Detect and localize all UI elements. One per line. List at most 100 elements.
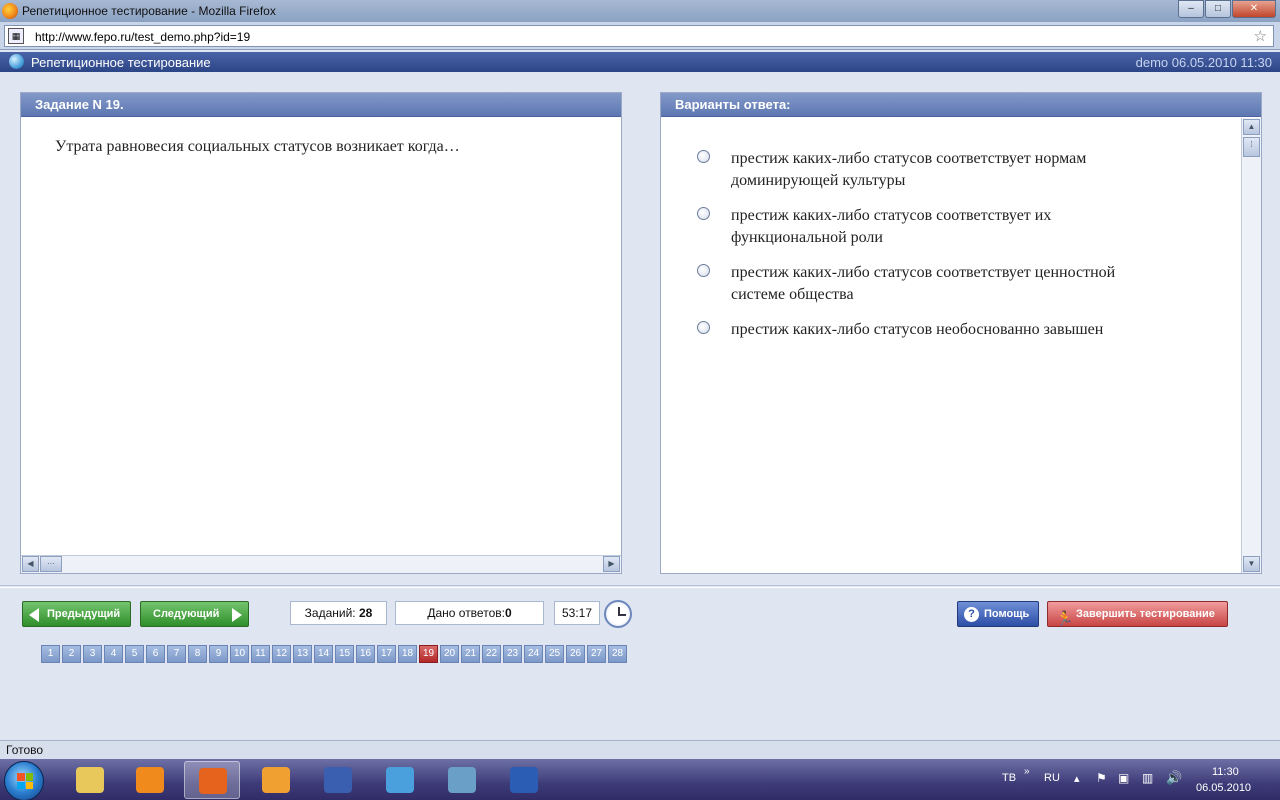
taskbar-app-word[interactable] [496, 761, 552, 799]
scroll-down-icon[interactable]: ▼ [1243, 556, 1260, 572]
arrow-right-icon [232, 608, 242, 622]
separator [0, 585, 1280, 588]
radio-button[interactable] [697, 264, 710, 277]
finish-test-button[interactable]: 🏃 Завершить тестирование [1047, 601, 1228, 627]
taskbar-app-picture-viewer[interactable] [434, 761, 490, 799]
page-button[interactable]: 2 [62, 645, 81, 663]
vlc-cone-icon [136, 767, 164, 793]
page-button[interactable]: 1 [41, 645, 60, 663]
scroll-left-icon[interactable]: ◀ [22, 556, 39, 572]
page-button[interactable]: 10 [230, 645, 249, 663]
page-button[interactable]: 7 [167, 645, 186, 663]
taskbar-app-media-player[interactable] [248, 761, 304, 799]
star-icon[interactable]: ☆ [1254, 27, 1267, 45]
page-button[interactable]: 11 [251, 645, 270, 663]
windows-logo-icon [17, 773, 33, 789]
page-button[interactable]: 15 [335, 645, 354, 663]
answer-option[interactable]: престиж каких-либо статусов соответствуе… [697, 148, 1157, 205]
device-icon[interactable]: ▣ [1118, 771, 1129, 785]
next-label: Следующий [153, 608, 220, 620]
page-button[interactable]: 13 [293, 645, 312, 663]
timer: 53:17 [554, 601, 600, 625]
taskbar-app-explorer[interactable] [62, 761, 118, 799]
answer-option[interactable]: престиж каких-либо статусов необоснованн… [697, 319, 1157, 376]
status-bar: Готово [0, 740, 1280, 759]
vertical-scrollbar[interactable]: ▲ ⁞ ▼ [1241, 118, 1261, 573]
url-text[interactable]: http://www.fepo.ru/test_demo.php?id=19 [35, 30, 250, 44]
taskbar-app-firefox[interactable] [184, 761, 240, 799]
horizontal-scrollbar[interactable]: ◀ ··· ▶ [21, 555, 621, 573]
page-button[interactable]: 5 [125, 645, 144, 663]
running-man-icon: 🏃 [1056, 610, 1074, 626]
maximize-button[interactable]: □ [1205, 0, 1231, 18]
window-titlebar: Репетиционное тестирование - Mozilla Fir… [0, 0, 1280, 22]
show-hidden-icons-icon[interactable]: ▴ [1074, 772, 1080, 785]
start-button[interactable] [4, 761, 44, 800]
answered-label: Дано ответов: [427, 606, 505, 620]
help-button[interactable]: ? Помощь [957, 601, 1039, 627]
page-button[interactable]: 24 [524, 645, 543, 663]
tray-date[interactable]: 06.05.2010 [1196, 782, 1251, 794]
question-mark-icon: ? [964, 607, 979, 622]
page-button[interactable]: 17 [377, 645, 396, 663]
page-button[interactable]: 22 [482, 645, 501, 663]
page-button[interactable]: 18 [398, 645, 417, 663]
question-text: Утрата равновесия социальных статусов во… [55, 138, 460, 155]
page-button[interactable]: 4 [104, 645, 123, 663]
answered-count: 0 [504, 606, 512, 620]
url-field[interactable]: ▦ http://www.fepo.ru/test_demo.php?id=19… [4, 25, 1274, 47]
taskbar-app-vlc[interactable] [122, 761, 178, 799]
page-button[interactable]: 9 [209, 645, 228, 663]
page-button[interactable]: 8 [188, 645, 207, 663]
page-button[interactable]: 19 [419, 645, 438, 663]
answer-option[interactable]: престиж каких-либо статусов соответствуе… [697, 262, 1157, 319]
page-button[interactable]: 21 [461, 645, 480, 663]
previous-button[interactable]: Предыдущий [22, 601, 131, 627]
radio-button[interactable] [697, 207, 710, 220]
page-button[interactable]: 23 [503, 645, 522, 663]
word-icon [510, 767, 538, 793]
keyboard-layout[interactable]: ТВ [1002, 772, 1016, 784]
answer-text[interactable]: престиж каких-либо статусов соответствуе… [731, 148, 1161, 192]
scroll-thumb[interactable]: ⁞ [1243, 137, 1260, 157]
question-header: Задание N 19. [21, 93, 621, 117]
scroll-right-icon[interactable]: ▶ [603, 556, 620, 572]
page-button[interactable]: 26 [566, 645, 585, 663]
page-button[interactable]: 28 [608, 645, 627, 663]
next-button[interactable]: Следующий [140, 601, 249, 627]
answer-option[interactable]: престиж каких-либо статусов соответствуе… [697, 205, 1157, 262]
radio-button[interactable] [697, 321, 710, 334]
site-identity-icon[interactable]: ▦ [8, 28, 24, 44]
scroll-up-icon[interactable]: ▲ [1243, 119, 1260, 135]
page-button[interactable]: 16 [356, 645, 375, 663]
page-button[interactable]: 3 [83, 645, 102, 663]
question-panel: Задание N 19. Утрата равновесия социальн… [20, 92, 622, 574]
close-button[interactable]: ✕ [1232, 0, 1276, 18]
taskbar-app-itunes[interactable] [372, 761, 428, 799]
answer-text[interactable]: престиж каких-либо статусов соответствуе… [731, 205, 1161, 249]
answers-panel: Варианты ответа: престиж каких-либо стат… [660, 92, 1262, 574]
itunes-icon [386, 767, 414, 793]
app-header: Репетиционное тестирование demo 06.05.20… [0, 52, 1280, 72]
page-button[interactable]: 27 [587, 645, 606, 663]
volume-icon[interactable]: 🔊 [1166, 770, 1182, 786]
page-button[interactable]: 6 [146, 645, 165, 663]
page-button[interactable]: 12 [272, 645, 291, 663]
page-button[interactable]: 20 [440, 645, 459, 663]
network-icon[interactable]: ▥ [1142, 771, 1153, 785]
radio-button[interactable] [697, 150, 710, 163]
chevron-icon[interactable]: » [1024, 766, 1030, 777]
answer-text[interactable]: престиж каких-либо статусов необоснованн… [731, 319, 1161, 341]
tasks-label: Заданий: [304, 606, 356, 620]
firefox-icon [199, 768, 227, 794]
scroll-thumb[interactable]: ··· [40, 556, 62, 572]
taskbar-app-save[interactable] [310, 761, 366, 799]
answer-text[interactable]: престиж каких-либо статусов соответствуе… [731, 262, 1161, 306]
minimize-button[interactable]: – [1178, 0, 1204, 18]
folder-icon [76, 767, 104, 793]
action-center-icon[interactable]: ⚑ [1096, 771, 1107, 785]
tray-time[interactable]: 11:30 [1212, 766, 1239, 778]
language-indicator[interactable]: RU [1044, 772, 1060, 784]
page-button[interactable]: 25 [545, 645, 564, 663]
page-button[interactable]: 14 [314, 645, 333, 663]
